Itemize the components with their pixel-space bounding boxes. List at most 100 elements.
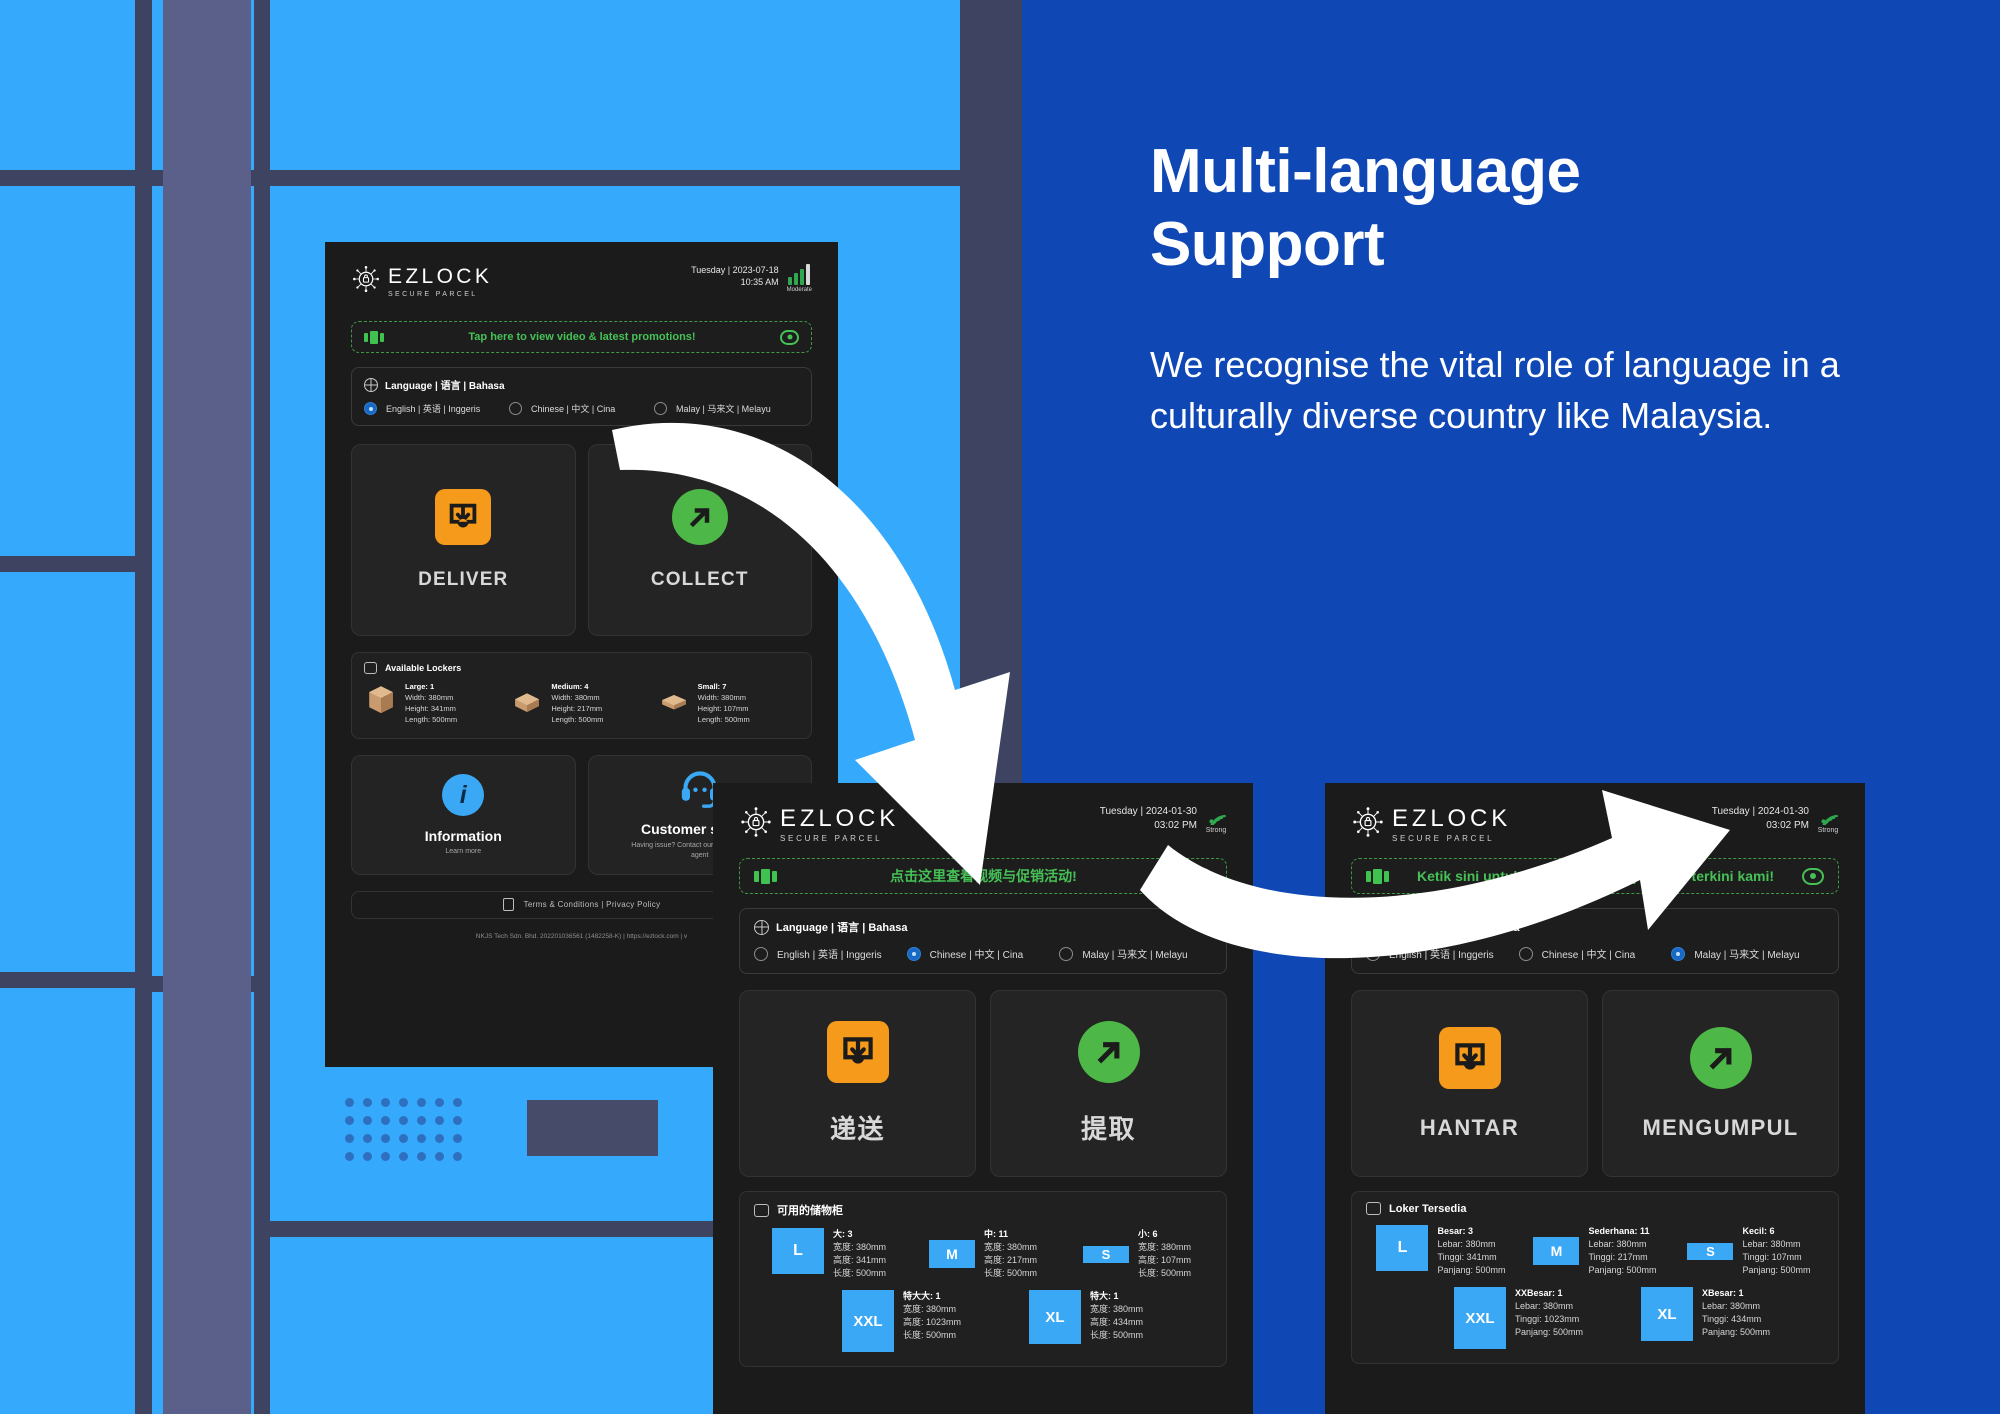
language-option-english[interactable]: English | 英语 | Inggeris: [364, 402, 509, 415]
deliver-button[interactable]: DELIVER: [351, 444, 576, 636]
locker-length: 长度: 500mm: [832, 1268, 886, 1279]
collect-button[interactable]: COLLECT: [587, 444, 812, 636]
radio-chinese[interactable]: [906, 946, 921, 961]
page-title: Multi-language Support: [1150, 135, 1850, 281]
size-badge-L: L: [1376, 1225, 1429, 1271]
ezlock-logo-icon: [351, 264, 381, 299]
locker-item: XXL 特大大: 1 宽度: 380mm 高度: 1023mm 长度: 500m…: [842, 1290, 1025, 1353]
locker-width: 宽度: 380mm: [1137, 1242, 1191, 1253]
locker-item: L Besar: 3 Lebar: 380mm Tinggi: 341mm Pa…: [1366, 1225, 1516, 1277]
ezlock-logo-icon: [1351, 805, 1385, 844]
language-panel-title-text: Language | 语言 | Bahasa: [776, 922, 908, 934]
collect-button[interactable]: MENGUMPUL: [1602, 990, 1839, 1177]
radio-english[interactable]: [1366, 946, 1380, 961]
bg-tile: [0, 988, 135, 1414]
locker-height: Height: 107mm: [697, 703, 749, 713]
ezlock-logo: EZLOCK SECURE PARCEL: [351, 264, 492, 299]
locker-item: XL 特大: 1 宽度: 380mm 高度: 434mm 长度: 500mm: [1029, 1290, 1212, 1352]
kiosk-screen-malay[interactable]: EZLOCK SECURE PARCEL Tuesday | 2024-01-3…: [1325, 783, 1865, 1414]
locker-icon: [754, 1203, 769, 1217]
locker-width: 宽度: 380mm: [903, 1304, 957, 1315]
locker-item: XXL XXBesar: 1 Lebar: 380mm Tinggi: 1023…: [1454, 1287, 1637, 1350]
locker-item: Small: 7 Width: 380mm Height: 107mm Leng…: [657, 682, 799, 726]
locker-width: Lebar: 380mm: [1702, 1301, 1761, 1312]
locker-width: Lebar: 380mm: [1742, 1239, 1801, 1250]
language-option-malay[interactable]: Malay | 马来文 | Melayu: [1059, 946, 1212, 961]
size-badge-M: M: [1533, 1237, 1580, 1266]
information-title: Information: [424, 828, 502, 844]
size-badge-XL: XL: [1641, 1287, 1693, 1342]
size-badge-XL: XL: [1029, 1290, 1081, 1345]
language-option-english[interactable]: English | 英语 | Inggeris: [754, 946, 907, 961]
lockers-title: Available Lockers: [364, 662, 799, 674]
kiosk-screen-chinese[interactable]: EZLOCK SECURE PARCEL Tuesday | 2024-01-3…: [713, 783, 1253, 1414]
promo-banner[interactable]: 点击这里查看视频与促销活动!: [739, 858, 1227, 894]
deliver-button[interactable]: 递送: [739, 990, 976, 1177]
locker-width: Lebar: 380mm: [1515, 1301, 1574, 1312]
size-badge-XXL: XXL: [1454, 1287, 1506, 1350]
locker-name: XBesar: 1: [1702, 1288, 1744, 1299]
deliver-icon: [1438, 1026, 1501, 1089]
deliver-label: HANTAR: [1419, 1114, 1520, 1140]
locker-item: S 小: 6 宽度: 380mm 高度: 107mm 长度: 500mm: [1062, 1228, 1212, 1280]
promo-banner[interactable]: Ketik sini untuk melihat video & promosi…: [1351, 858, 1839, 894]
size-badge-S: S: [1687, 1242, 1734, 1260]
radio-english[interactable]: [364, 402, 377, 415]
collect-label: MENGUMPUL: [1642, 1114, 1799, 1140]
promo-banner-text: 点击这里查看视频与促销活动!: [890, 868, 1077, 884]
rectangle-decoration: [527, 1100, 658, 1156]
locker-width: 宽度: 380mm: [1090, 1304, 1144, 1315]
signal-indicator: Strong: [1817, 805, 1839, 834]
radio-malay[interactable]: [654, 402, 667, 415]
language-selector-panel[interactable]: Language | 语言 | Bahasa English | 英语 | In…: [1351, 908, 1839, 974]
brand-name: EZLOCK: [388, 264, 493, 288]
locker-height: Tinggi: 1023mm: [1515, 1314, 1580, 1325]
bg-tile: [0, 0, 135, 170]
kiosk-time: 03:02 PM: [1766, 819, 1809, 831]
lockers-title-text: Loker Tersedia: [1389, 1202, 1467, 1215]
radio-chinese[interactable]: [509, 402, 522, 415]
video-icon: [754, 868, 777, 884]
brand-tagline: SECURE PARCEL: [1392, 833, 1495, 843]
video-icon: [1366, 868, 1389, 884]
language-option-chinese[interactable]: Chinese | 中文 | Cina: [509, 402, 654, 415]
available-lockers-panel: Loker Tersedia L Besar: 3 Lebar: 380mm T…: [1351, 1191, 1839, 1365]
collect-label: 提取: [1080, 1114, 1137, 1144]
language-label-malay: Malay | 马来文 | Melayu: [1082, 950, 1188, 961]
radio-chinese[interactable]: [1518, 946, 1533, 961]
locker-length: 长度: 500mm: [903, 1330, 957, 1341]
deliver-icon: [435, 489, 492, 545]
information-tile[interactable]: i Information Learn more: [351, 754, 576, 875]
locker-name: Large: 1: [405, 682, 435, 691]
language-option-malay[interactable]: Malay | 马来文 | Melayu: [654, 402, 799, 415]
radio-english[interactable]: [754, 946, 768, 961]
kiosk-time: 10:35 AM: [740, 277, 779, 288]
locker-width: Lebar: 380mm: [1437, 1239, 1496, 1250]
locker-length: 长度: 500mm: [1137, 1268, 1191, 1279]
eye-icon: [780, 329, 799, 345]
locker-width: Width: 380mm: [405, 692, 454, 702]
language-selector-panel[interactable]: Language | 语言 | Bahasa English | 英语 | In…: [351, 367, 812, 426]
language-option-english[interactable]: English | 英语 | Inggeris: [1366, 946, 1519, 961]
promo-banner[interactable]: Tap here to view video & latest promotio…: [351, 321, 812, 353]
collect-button[interactable]: 提取: [990, 990, 1227, 1177]
brand-name: EZLOCK: [1392, 804, 1512, 832]
language-label-chinese: Chinese | 中文 | Cina: [1541, 950, 1636, 961]
language-option-malay[interactable]: Malay | 马来文 | Melayu: [1671, 946, 1824, 961]
bg-tile: [0, 186, 135, 556]
language-option-chinese[interactable]: Chinese | 中文 | Cina: [1518, 946, 1672, 961]
radio-malay[interactable]: [1059, 946, 1074, 961]
language-option-chinese[interactable]: Chinese | 中文 | Cina: [906, 946, 1060, 961]
info-icon: i: [442, 774, 485, 816]
locker-name: Medium: 4: [551, 682, 589, 691]
radio-malay[interactable]: [1671, 946, 1686, 961]
deliver-button[interactable]: HANTAR: [1351, 990, 1588, 1177]
locker-height: 高度: 434mm: [1090, 1317, 1144, 1328]
signal-label: Strong: [1205, 827, 1227, 834]
deliver-label: DELIVER: [418, 569, 509, 590]
available-lockers-panel: 可用的储物柜 L 大: 3 宽度: 380mm 高度: 341mm 长度: 50…: [739, 1191, 1227, 1368]
lockers-title: 可用的储物柜: [754, 1202, 1212, 1218]
wifi-icon: [1209, 814, 1226, 825]
signal-label: Moderate: [786, 287, 812, 293]
language-selector-panel[interactable]: Language | 语言 | Bahasa English | 英语 | In…: [739, 908, 1227, 974]
